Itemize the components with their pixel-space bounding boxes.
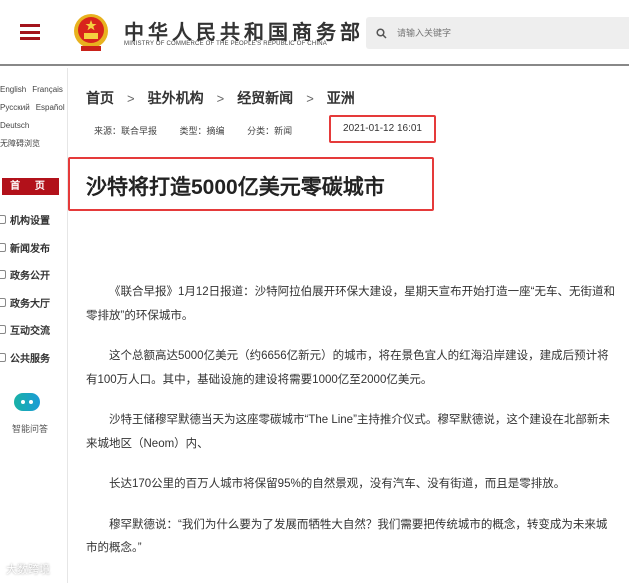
article-paragraph: 沙特王储穆罕默德当天为这座零碳城市“The Line”主持推介仪式。穆罕默德说，… [86,414,610,450]
assistant-label[interactable]: 智能问答 [12,422,48,435]
lang-french[interactable]: Français [32,85,63,94]
meta-category: 分类：新闻 [247,126,293,136]
article-title: 沙特将打造5000亿美元零碳城市 [86,176,385,199]
article-paragraph: 穆罕默德说：“我们为什么要为了发展而牺牲大自然？我们需要把传统城市的概念，转变成… [86,518,608,555]
sidebar: English Français Русский Español Deutsch 无… [0,68,68,583]
hall-icon [0,297,6,307]
national-emblem-icon [74,14,108,51]
lang-russian[interactable]: Русский [0,103,30,112]
search-icon[interactable] [376,27,387,39]
nav-item-gov-affairs-open[interactable]: 政务公开 [0,261,68,289]
nav-item-news-release[interactable]: 新闻发布 [0,234,68,262]
breadcrumb-overseas[interactable]: 驻外机构 [148,88,204,108]
breadcrumb-asia[interactable]: 亚洲 [327,88,355,108]
watermark: 大数跨境 [6,564,50,576]
nav-item-organization[interactable]: 机构设置 [0,206,68,234]
article-body: 《联合早报》1月12日报道：沙特阿拉伯展开环保大建设，星期天宣布开始打造一座“无… [86,281,616,578]
article-paragraph: 《联合早报》1月12日报道：沙特阿拉伯展开环保大建设，星期天宣布开始打造一座“无… [86,286,616,322]
search-input[interactable] [397,28,597,38]
nav-item-public-service[interactable]: 公共服务 [0,344,68,372]
nav-label: 机构设置 [10,216,50,228]
service-icon [0,352,6,362]
document-icon [0,270,6,280]
accessibility-link[interactable]: 无障碍浏览 [0,139,40,148]
chat-icon [0,325,6,335]
nav-label: 互动交流 [10,326,50,338]
lang-spanish[interactable]: Español [36,103,65,112]
language-links: English Français Русский Español Deutsch 无… [0,81,67,153]
article-meta: 来源：联合早报 类型：摘编 分类：新闻 [94,124,312,137]
hamburger-menu-icon[interactable] [20,24,40,40]
nav-label: 新闻发布 [10,243,50,255]
nav-label: 政务大厅 [10,298,50,310]
robot-assistant-icon[interactable] [14,393,40,411]
breadcrumb: 首页 > 驻外机构 > 经贸新闻 > 亚洲 [86,88,355,108]
site-header: 中华人民共和国商务部 MINISTRY OF COMMERCE OF THE P… [0,0,629,66]
site-logo-subtitle: MINISTRY OF COMMERCE OF THE PEOPLE'S REP… [124,41,327,47]
lang-german[interactable]: Deutsch [0,121,29,130]
nav-home[interactable]: 首 页 [2,178,59,195]
publish-datetime: 2021-01-12 16:01 [329,115,436,143]
chevron-right-icon: > [216,90,225,106]
meta-type: 类型：摘编 [179,126,225,136]
meta-source: 来源：联合早报 [94,126,158,136]
search-box[interactable] [366,17,629,49]
breadcrumb-home[interactable]: 首页 [86,88,114,108]
lang-english[interactable]: English [0,85,26,94]
nav-label: 公共服务 [10,353,50,365]
article-paragraph: 长达170公里的百万人城市将保留95%的自然景观，没有汽车、没有街道，而且是零排… [109,478,566,490]
nav-item-service-hall[interactable]: 政务大厅 [0,289,68,317]
sidebar-nav: 机构设置 新闻发布 政务公开 政务大厅 互动交流 公共服务 [0,206,68,371]
nav-label: 政务公开 [10,271,50,283]
breadcrumb-trade-news[interactable]: 经贸新闻 [237,88,293,108]
article-paragraph: 这个总额高达5000亿美元（约6656亿新元）的城市，将在景色宜人的红海沿岸建设… [86,350,609,386]
nav-item-interaction[interactable]: 互动交流 [0,316,68,344]
news-icon [0,242,6,252]
organization-icon [0,215,6,225]
chevron-right-icon: > [127,90,135,106]
chevron-right-icon: > [306,90,314,106]
